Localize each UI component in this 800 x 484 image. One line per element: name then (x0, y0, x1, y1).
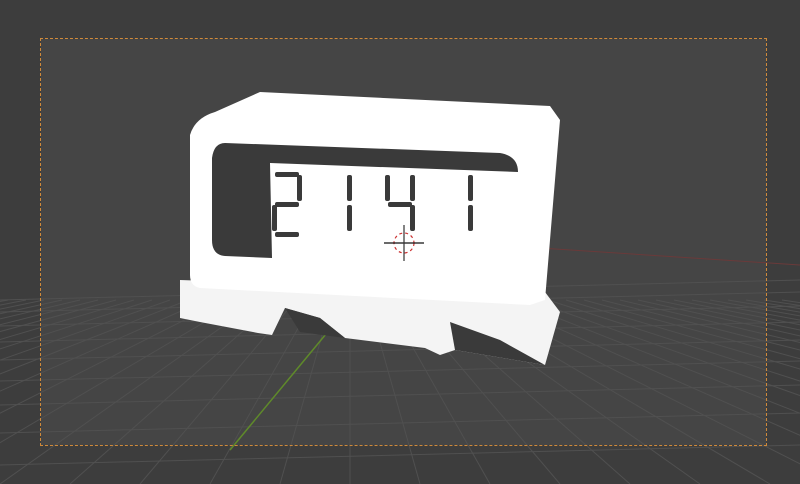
digit-segment (347, 175, 352, 201)
digit-segment (468, 175, 473, 201)
digit-segment (468, 205, 473, 231)
digit-segment (410, 175, 415, 201)
digit-segment (410, 205, 415, 231)
digit-segment (275, 232, 299, 237)
digit-segment (385, 175, 390, 201)
digit-segment (272, 205, 277, 231)
digit-segment (275, 172, 299, 177)
3d-viewport[interactable]: 2141 (0, 0, 800, 484)
digit-segment (275, 202, 299, 207)
clock-display-text: 2141 (0, 0, 41, 4)
digit-segment (388, 202, 412, 207)
digit-segment (347, 205, 352, 231)
digit-segment (297, 175, 302, 201)
